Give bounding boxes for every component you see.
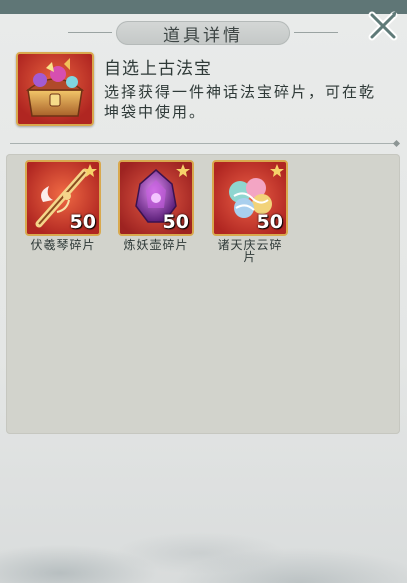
reward-name: 炼妖壶碎片 xyxy=(123,238,189,252)
reward-count: 50 xyxy=(162,211,189,233)
reward-name: 诸天庆云碎片 xyxy=(217,238,283,264)
reward-item[interactable]: 50 诸天庆云碎片 xyxy=(212,160,288,263)
mist-decoration xyxy=(0,423,407,583)
star-badge-icon xyxy=(83,164,97,177)
star-badge-icon xyxy=(270,164,284,177)
reward-icon-frame: 50 xyxy=(118,160,194,236)
reward-icon-frame: 50 xyxy=(25,160,101,236)
dialog-title: 道具详情 xyxy=(163,25,243,46)
reward-item[interactable]: 50 伏羲琴碎片 xyxy=(25,160,101,251)
close-button[interactable] xyxy=(365,8,401,44)
treasure-chest-icon xyxy=(18,54,92,124)
reward-count: 50 xyxy=(256,211,283,233)
section-divider xyxy=(10,143,395,144)
item-icon-frame xyxy=(16,52,94,126)
reward-icon-frame: 50 xyxy=(212,160,288,236)
item-description: 选择获得一件神话法宝碎片，可在乾坤袋中使用。 xyxy=(104,83,377,121)
star-badge-icon xyxy=(176,164,190,177)
reward-item[interactable]: 50 炼妖壶碎片 xyxy=(118,160,194,251)
close-icon xyxy=(368,11,398,41)
title-plate: 道具详情 xyxy=(68,21,338,46)
top-bar xyxy=(0,0,407,14)
reward-name: 伏羲琴碎片 xyxy=(30,238,96,252)
item-name: 自选上古法宝 xyxy=(104,59,212,79)
reward-count: 50 xyxy=(69,211,96,233)
